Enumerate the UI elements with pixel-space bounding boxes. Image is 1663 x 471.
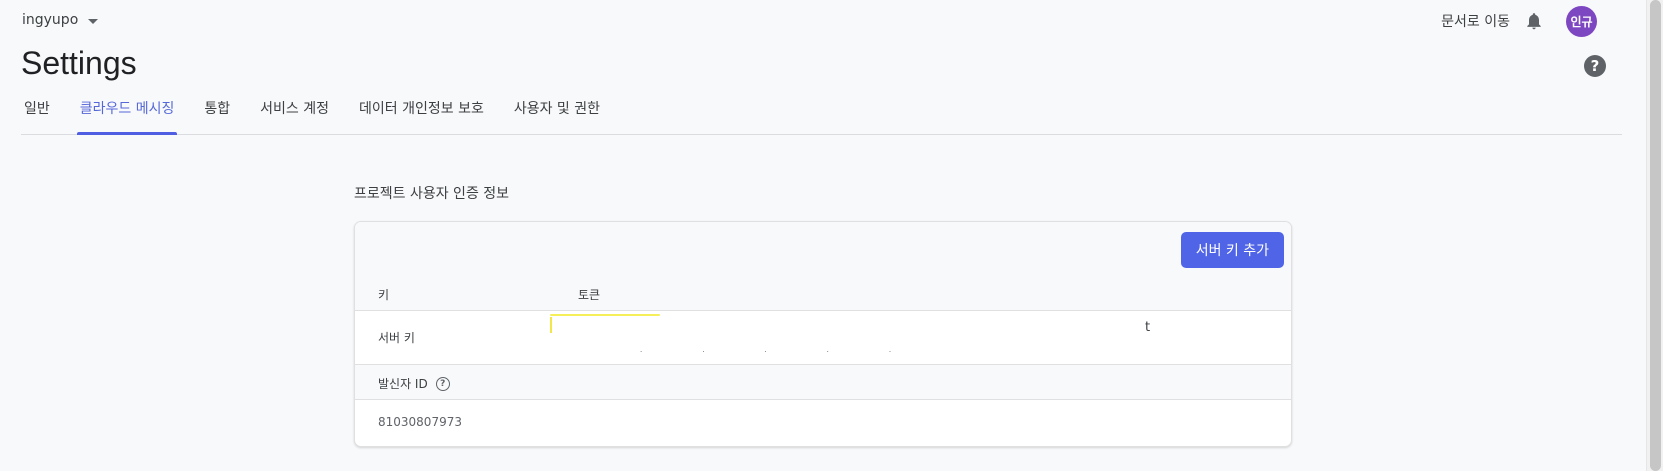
sender-id-label-group: 발신자 ID ? [378, 375, 450, 392]
token-visible-char: t [1145, 320, 1151, 335]
docs-link[interactable]: 문서로 이동 [1441, 11, 1510, 31]
token-masked-dots: ····· [640, 348, 952, 356]
sender-id-label: 발신자 ID [378, 377, 428, 391]
table-row-server-key: 서버 키 t ····· [355, 311, 1291, 365]
tab-data-privacy[interactable]: 데이터 개인정보 보호 [356, 98, 487, 134]
sender-id-value: 81030807973 [378, 415, 462, 429]
highlight-mark [550, 314, 660, 316]
add-server-key-button[interactable]: 서버 키 추가 [1180, 232, 1284, 268]
card-header: 서버 키 추가 키 토큰 [355, 222, 1291, 311]
section-title: 프로젝트 사용자 인증 정보 [354, 186, 510, 202]
sender-id-header-row: 발신자 ID ? [355, 365, 1291, 400]
page-title: Settings [21, 45, 137, 81]
top-bar: ingyupo 문서로 이동 인규 [0, 0, 1640, 42]
tab-service-accounts[interactable]: 서비스 계정 [257, 98, 332, 134]
scrollbar-thumb[interactable] [1650, 0, 1661, 471]
avatar[interactable]: 인규 [1566, 6, 1597, 37]
project-name: ingyupo [22, 12, 79, 28]
tab-integrations[interactable]: 통합 [201, 98, 233, 134]
text-cursor [550, 317, 552, 333]
server-key-label: 서버 키 [378, 331, 415, 345]
credentials-card: 서버 키 추가 키 토큰 서버 키 t ····· 발신자 ID ? 81030… [354, 221, 1292, 447]
vertical-scrollbar[interactable] [1646, 0, 1663, 471]
column-header-token: 토큰 [578, 288, 601, 302]
question-circle-icon[interactable]: ? [435, 376, 450, 391]
caret-down-icon [88, 18, 99, 24]
tab-general[interactable]: 일반 [21, 98, 53, 134]
column-header-key: 키 [378, 288, 390, 302]
help-circle-icon[interactable]: ? [1584, 55, 1606, 77]
tab-cloud-messaging[interactable]: 클라우드 메시징 [76, 98, 178, 135]
tab-users-permissions[interactable]: 사용자 및 권한 [511, 98, 603, 134]
settings-tabs: 일반 클라우드 메시징 통합 서비스 계정 데이터 개인정보 보호 사용자 및 … [21, 98, 1622, 135]
token-value-field[interactable]: t ····· [550, 314, 1270, 356]
bell-icon[interactable] [1524, 10, 1544, 32]
project-selector[interactable]: ingyupo [22, 12, 99, 28]
